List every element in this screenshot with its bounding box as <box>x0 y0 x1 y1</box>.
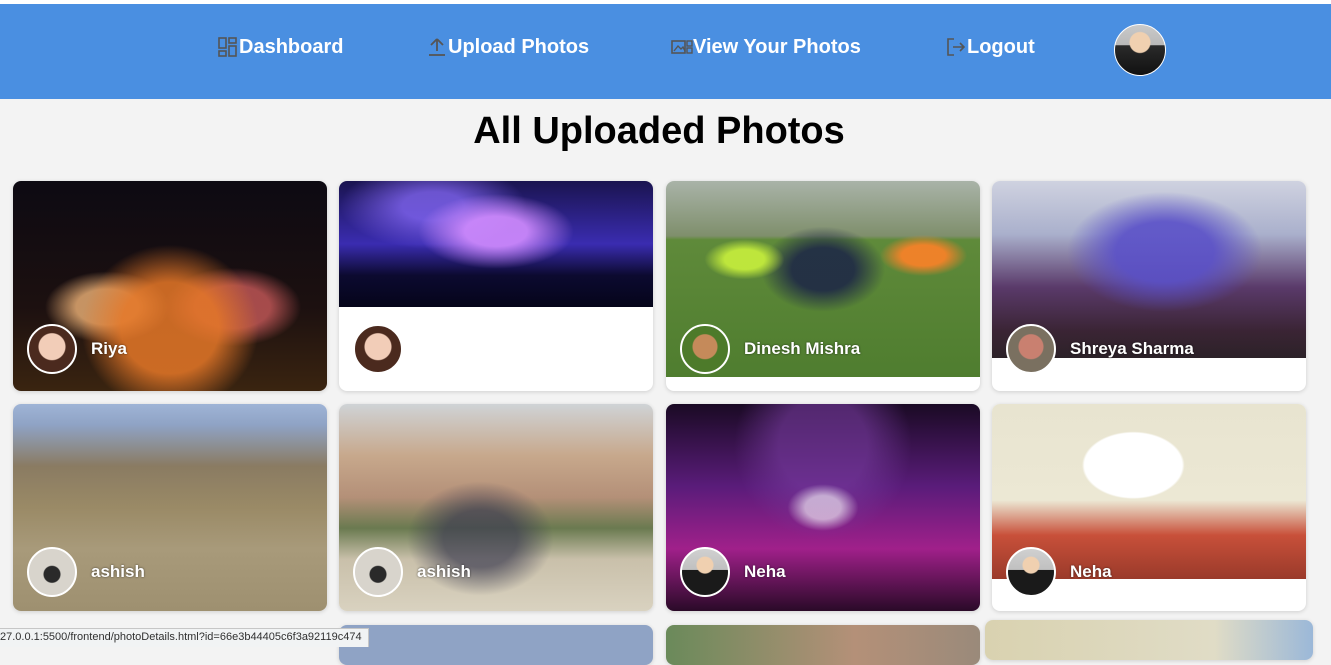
photo-card[interactable]: Shreya Sharma <box>992 181 1306 391</box>
upload-icon <box>426 36 448 58</box>
uploader-avatar <box>27 324 77 374</box>
photo-card[interactable] <box>339 181 653 391</box>
uploader-info: ashish <box>353 547 471 597</box>
uploader-info: Neha <box>680 547 786 597</box>
photo-card[interactable]: Riya <box>13 181 327 391</box>
uploader-avatar <box>27 547 77 597</box>
nav-dashboard[interactable]: Dashboard <box>217 34 343 60</box>
uploader-name: Dinesh Mishra <box>744 339 861 358</box>
top-navbar: Dashboard Upload Photos View Your Photos <box>0 4 1331 99</box>
uploader-name: Riya <box>91 339 127 358</box>
photo-card[interactable]: Neha <box>666 404 980 611</box>
dashboard-icon <box>217 36 239 58</box>
photo-card[interactable] <box>339 625 653 665</box>
photo-image <box>339 181 653 307</box>
uploader-info: Riya <box>27 324 127 374</box>
uploader-avatar <box>680 547 730 597</box>
nav-view-your-photos[interactable]: View Your Photos <box>671 34 861 60</box>
uploader-avatar <box>1006 324 1056 374</box>
uploader-info: Neha <box>1006 547 1112 597</box>
photo-card[interactable]: Dinesh Mishra <box>666 181 980 391</box>
uploader-avatar <box>1006 547 1056 597</box>
photo-card[interactable] <box>985 620 1313 660</box>
uploader-info: ashish <box>27 547 145 597</box>
photo-card[interactable]: ashish <box>339 404 653 611</box>
logout-icon <box>945 36 967 58</box>
uploader-name: Shreya Sharma <box>1070 339 1194 358</box>
uploader-info <box>353 324 417 374</box>
page-title: All Uploaded Photos <box>473 110 845 152</box>
nav-upload-label: Upload Photos <box>448 35 590 58</box>
photo-card[interactable] <box>666 625 980 665</box>
nav-logout-label: Logout <box>967 35 1035 58</box>
photo-card[interactable]: Neha <box>992 404 1306 611</box>
browser-status-url: 27.0.0.1:5500/frontend/photoDetails.html… <box>0 628 369 647</box>
photo-card[interactable]: ashish <box>13 404 327 611</box>
uploader-info: Dinesh Mishra <box>680 324 860 374</box>
photos-icon <box>671 36 693 58</box>
uploader-name: Neha <box>1070 562 1112 581</box>
uploader-info: Shreya Sharma <box>1006 324 1194 374</box>
nav-view-label: View Your Photos <box>693 35 861 58</box>
nav-upload-photos[interactable]: Upload Photos <box>426 34 589 60</box>
profile-avatar[interactable] <box>1114 24 1166 76</box>
nav-dashboard-label: Dashboard <box>239 35 344 58</box>
nav-logout[interactable]: Logout <box>945 34 1035 60</box>
uploader-name: ashish <box>417 562 471 581</box>
uploader-avatar <box>353 547 403 597</box>
uploader-avatar <box>353 324 403 374</box>
uploader-name: ashish <box>91 562 145 581</box>
uploader-avatar <box>680 324 730 374</box>
uploader-name: Neha <box>744 562 786 581</box>
